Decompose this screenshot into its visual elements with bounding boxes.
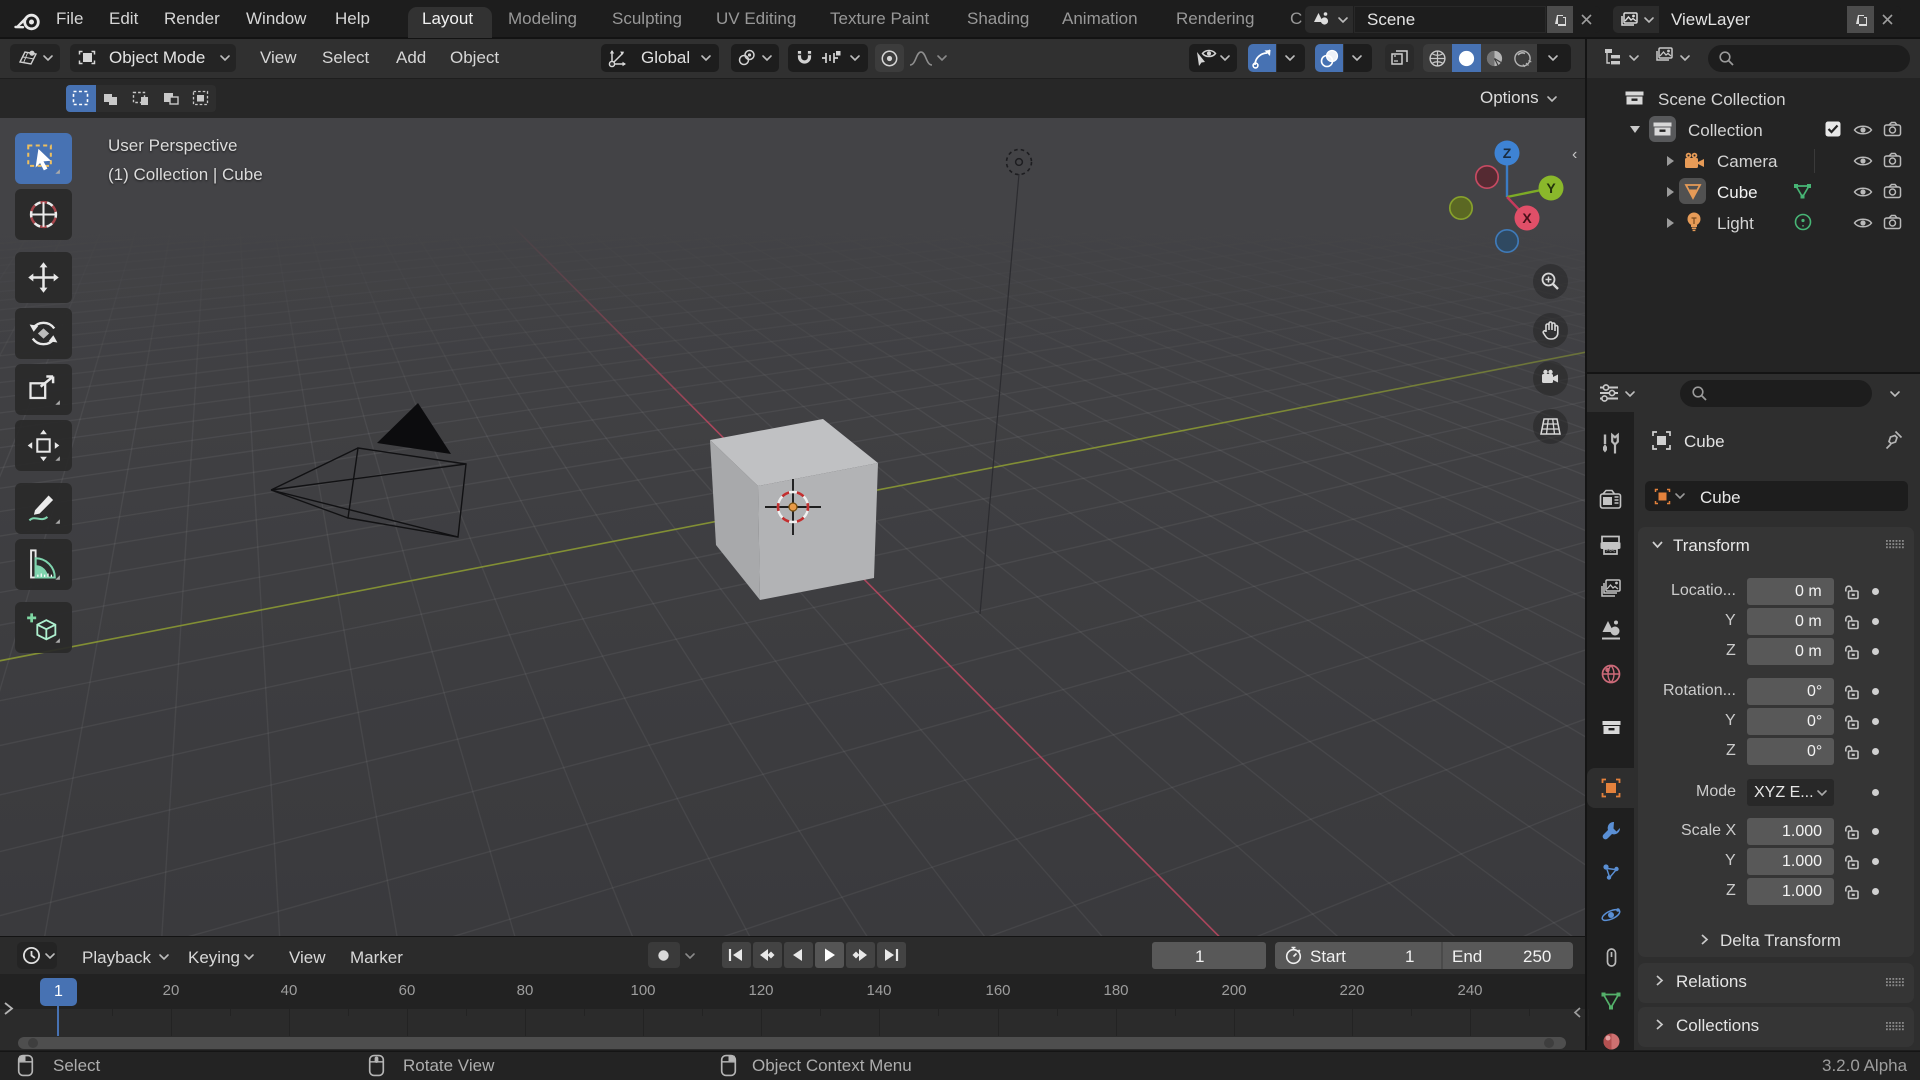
svg-text:X: X	[1522, 210, 1532, 226]
svg-text:Z: Z	[1503, 145, 1512, 161]
svg-text:Y: Y	[1546, 180, 1556, 196]
